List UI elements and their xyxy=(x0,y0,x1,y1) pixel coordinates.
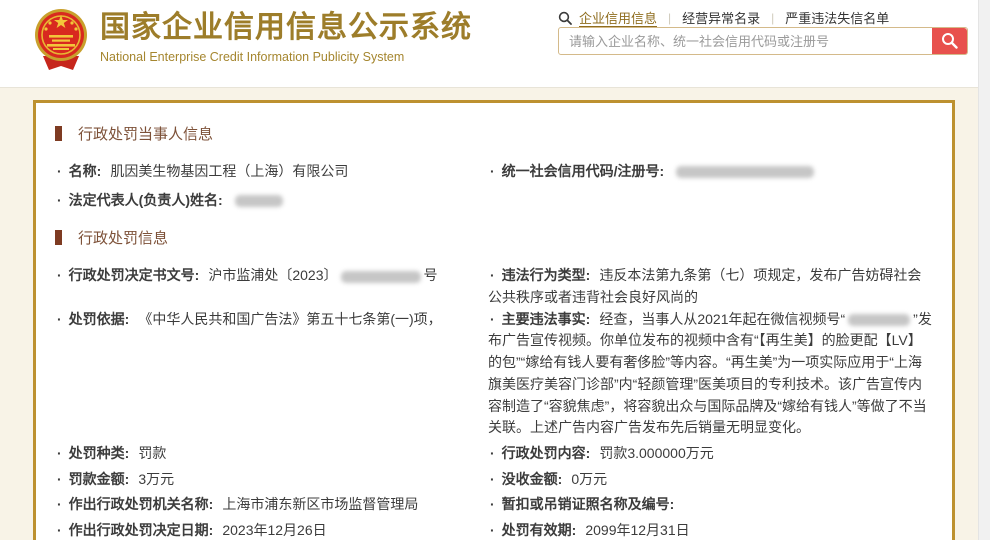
field-value-after: ”发布广告宣传视频。你单位发布的视频中含有“【再生美】的脸更配【LV】的包”“嫁… xyxy=(488,311,932,435)
field-value: 2023年12月26日 xyxy=(222,522,326,538)
field-fine-amount: ·罚款金额:3万元 xyxy=(55,469,488,491)
field-label: 没收金额: xyxy=(502,471,563,487)
nav-separator: | xyxy=(668,11,671,25)
site-title: 国家企业信用信息公示系统 xyxy=(100,8,472,48)
section-header-penalty: 行政处罚信息 xyxy=(55,227,938,248)
field-penalty-kind: ·处罚种类:罚款 xyxy=(55,443,488,465)
field-label: 行政处罚决定书文号: xyxy=(69,267,200,283)
field-penalty-basis: ·处罚依据:《中华人民共和国广告法》第五十七条第(一)项， xyxy=(55,309,488,331)
field-label: 统一社会信用代码/注册号: xyxy=(502,163,665,179)
field-decision-doc-number: ·行政处罚决定书文号:沪市监浦处〔2023〕号 xyxy=(55,265,488,287)
scrollbar[interactable] xyxy=(978,0,990,540)
field-value: 上海市浦东新区市场监督管理局 xyxy=(222,496,418,512)
section-header-party: 行政处罚当事人信息 xyxy=(55,123,938,144)
field-confiscation-amount: ·没收金额:0万元 xyxy=(488,469,938,491)
section-title: 行政处罚当事人信息 xyxy=(78,123,213,144)
nav-tab-enterprise-credit[interactable]: 企业信用信息 xyxy=(579,8,657,27)
field-label: 处罚种类: xyxy=(69,445,130,461)
field-label: 暂扣或吊销证照名称及编号: xyxy=(502,496,675,512)
nav-tab-serious-violations[interactable]: 严重违法失信名单 xyxy=(785,8,889,27)
field-value: 3万元 xyxy=(138,471,174,487)
field-value: 罚款3.000000万元 xyxy=(599,445,713,461)
field-value: 0万元 xyxy=(571,471,607,487)
field-value: 2099年12月31日 xyxy=(585,522,689,538)
field-label: 处罚依据: xyxy=(69,311,130,327)
redacted-value xyxy=(341,271,421,283)
site-subtitle: National Enterprise Credit Information P… xyxy=(100,50,472,64)
section-marker xyxy=(55,126,62,141)
section-marker xyxy=(55,230,62,245)
field-legal-representative: ·法定代表人(负责人)姓名: xyxy=(55,190,488,212)
field-penalty-content: ·行政处罚内容:罚款3.000000万元 xyxy=(488,443,938,465)
field-company-name: ·名称:肌因美生物基因工程（上海）有限公司 xyxy=(55,161,488,183)
search-button-icon xyxy=(941,32,958,52)
field-label: 作出行政处罚机关名称: xyxy=(69,496,214,512)
field-penalty-authority: ·作出行政处罚机关名称:上海市浦东新区市场监督管理局 xyxy=(55,494,488,516)
site-header: 国家企业信用信息公示系统 National Enterprise Credit … xyxy=(0,0,990,88)
field-value: 肌因美生物基因工程（上海）有限公司 xyxy=(110,163,348,179)
field-value-suffix: 号 xyxy=(424,267,438,283)
field-license-revocation: ·暂扣或吊销证照名称及编号: xyxy=(488,494,938,516)
nav-tab-abnormal-operations[interactable]: 经营异常名录 xyxy=(682,8,760,27)
field-label: 行政处罚内容: xyxy=(502,445,591,461)
search-icon xyxy=(558,11,572,25)
field-value-before: 经查，当事人从2021年起在微信视频号“ xyxy=(599,311,845,327)
search-button[interactable] xyxy=(932,28,967,55)
field-validity-date: ·处罚有效期:2099年12月31日 xyxy=(488,520,938,540)
nav-separator: | xyxy=(771,11,774,25)
field-label: 法定代表人(负责人)姓名: xyxy=(69,192,223,208)
field-decision-date: ·作出行政处罚决定日期:2023年12月26日 xyxy=(55,520,488,540)
field-value-prefix: 沪市监浦处〔2023〕 xyxy=(208,267,337,283)
top-nav: 企业信用信息 | 经营异常名录 | 严重违法失信名单 xyxy=(558,8,889,27)
field-main-illegal-facts: ·主要违法事实:经查，当事人从2021年起在微信视频号“”发布广告宣传视频。你单… xyxy=(488,309,938,439)
field-violation-type: ·违法行为类型:违反本法第九条第（七）项规定，发布广告妨碍社会公共秩序或者违背社… xyxy=(488,265,938,308)
field-label: 主要违法事实: xyxy=(502,311,591,327)
redacted-value xyxy=(676,166,814,178)
field-value: 罚款 xyxy=(138,445,166,461)
redacted-value xyxy=(848,314,910,326)
search-input[interactable] xyxy=(559,28,932,54)
field-label: 名称: xyxy=(69,163,102,179)
national-emblem-logo xyxy=(33,8,89,72)
search-bar xyxy=(558,27,968,55)
field-label: 处罚有效期: xyxy=(502,522,577,538)
field-label: 罚款金额: xyxy=(69,471,130,487)
field-label: 作出行政处罚决定日期: xyxy=(69,522,214,538)
penalty-detail-panel: 行政处罚当事人信息 ·名称:肌因美生物基因工程（上海）有限公司 ·统一社会信用代… xyxy=(33,100,955,540)
field-credit-code: ·统一社会信用代码/注册号: xyxy=(488,161,938,183)
section-title: 行政处罚信息 xyxy=(78,227,168,248)
redacted-value xyxy=(235,195,283,207)
field-value: 《中华人民共和国广告法》第五十七条第(一)项， xyxy=(138,311,441,327)
field-label: 违法行为类型: xyxy=(502,267,591,283)
